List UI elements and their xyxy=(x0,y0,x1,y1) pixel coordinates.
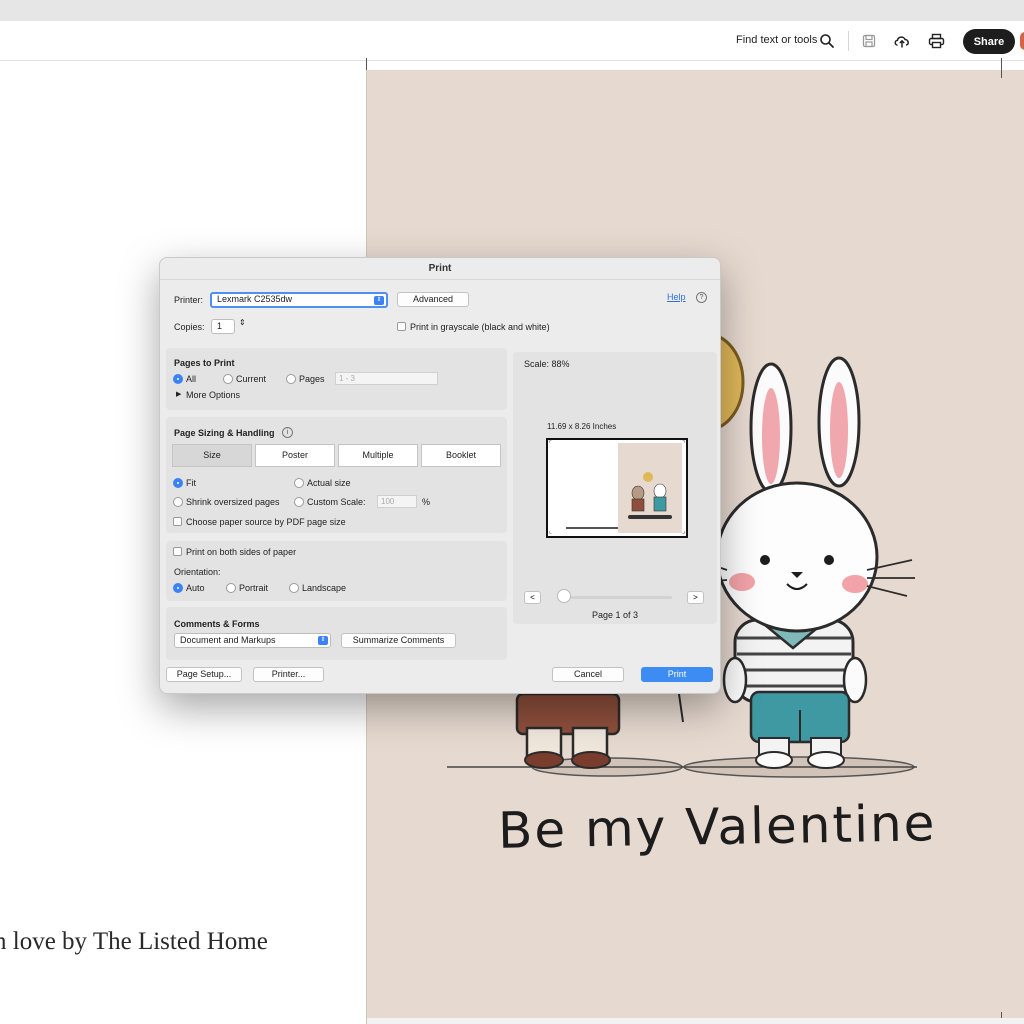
crop-mark xyxy=(366,58,367,70)
orientation-portrait-radio[interactable] xyxy=(226,583,236,593)
preview-valentine-line xyxy=(628,515,672,519)
help-link[interactable]: Help xyxy=(667,292,686,302)
preview-left-page xyxy=(554,443,618,533)
pages-to-print-heading: Pages to Print xyxy=(174,358,235,368)
pages-range-label: Pages xyxy=(299,374,325,384)
paper-source-label: Choose paper source by PDF page size xyxy=(186,517,346,527)
crop-corner-icon: ⌞ xyxy=(549,529,552,535)
pages-all-radio[interactable] xyxy=(173,374,183,384)
pages-range-radio[interactable] xyxy=(286,374,296,384)
printer-select-value: Lexmark C2535dw xyxy=(217,294,293,304)
page-slider-handle[interactable] xyxy=(557,589,571,603)
orientation-portrait-label: Portrait xyxy=(239,583,269,593)
dialog-title: Print xyxy=(160,258,720,280)
orientation-auto-radio[interactable] xyxy=(173,583,183,593)
printer-select[interactable]: Lexmark C2535dw ⇕ xyxy=(210,292,388,308)
tab-size[interactable]: Size xyxy=(172,444,252,467)
cancel-button[interactable]: Cancel xyxy=(552,667,624,682)
actual-size-label: Actual size xyxy=(307,478,351,488)
top-toolbar: Find text or tools Share xyxy=(0,21,1024,61)
orientation-landscape-radio[interactable] xyxy=(289,583,299,593)
fit-label: Fit xyxy=(186,478,196,488)
pages-range-placeholder: 1 - 3 xyxy=(339,374,356,383)
pages-range-input[interactable]: 1 - 3 xyxy=(335,372,438,385)
shrink-label: Shrink oversized pages xyxy=(186,497,280,507)
grayscale-label: Print in grayscale (black and white) xyxy=(410,322,550,332)
pages-current-label: Current xyxy=(236,374,267,384)
page-indicator: Page 1 of 3 xyxy=(592,610,639,620)
orientation-auto-label: Auto xyxy=(186,583,205,593)
both-sides-checkbox[interactable] xyxy=(173,547,182,556)
tab-poster[interactable]: Poster xyxy=(255,444,335,467)
custom-scale-input[interactable]: 100 xyxy=(377,495,417,508)
preview-bunnies-image xyxy=(631,472,667,512)
page-sizing-heading: Page Sizing & Handling xyxy=(174,428,275,438)
printer-settings-button[interactable]: Printer... xyxy=(253,667,324,682)
save-icon[interactable] xyxy=(859,31,879,51)
more-options-toggle[interactable]: More Options xyxy=(186,390,240,400)
pages-all-label: All xyxy=(186,374,197,384)
share-button[interactable]: Share xyxy=(963,29,1015,54)
preview-right-page xyxy=(618,443,682,533)
help-icon[interactable]: ? xyxy=(696,292,707,303)
orientation-landscape-label: Landscape xyxy=(302,583,347,593)
paper-source-checkbox[interactable] xyxy=(173,517,182,526)
document-credit-text: n love by The Listed Home xyxy=(0,928,268,955)
comments-select-value: Document and Markups xyxy=(180,635,276,645)
advanced-button[interactable]: Advanced xyxy=(397,292,469,307)
actual-size-radio[interactable] xyxy=(294,478,304,488)
upload-cloud-icon[interactable] xyxy=(892,31,912,51)
copies-input[interactable]: 1 xyxy=(211,319,235,334)
disclosure-triangle-icon[interactable]: ▶ xyxy=(176,390,181,398)
comments-select[interactable]: Document and Markups ⇕ xyxy=(174,633,331,648)
percent-label: % xyxy=(422,497,431,507)
paper-dimensions-label: 11.69 x 8.26 Inches xyxy=(547,422,617,431)
printer-label: Printer: xyxy=(174,295,204,305)
toolbar-separator xyxy=(848,31,849,51)
page-setup-button[interactable]: Page Setup... xyxy=(166,667,242,682)
print-button[interactable]: Print xyxy=(641,667,713,682)
avatar[interactable] xyxy=(1020,32,1024,50)
scale-label: Scale: 88% xyxy=(524,359,570,369)
select-arrows-icon: ⇕ xyxy=(318,636,328,645)
pages-current-radio[interactable] xyxy=(223,374,233,384)
be-my-valentine-text: Be my Valentine xyxy=(497,794,937,860)
crop-corner-icon: ⌜ xyxy=(549,441,552,447)
both-sides-label: Print on both sides of paper xyxy=(186,547,297,557)
custom-scale-label: Custom Scale: xyxy=(307,497,366,507)
find-text-tools-label[interactable]: Find text or tools xyxy=(736,34,817,46)
custom-scale-value: 100 xyxy=(381,497,395,506)
custom-scale-radio[interactable] xyxy=(294,497,304,507)
preview-credit-line xyxy=(566,527,618,529)
summarize-comments-button[interactable]: Summarize Comments xyxy=(341,633,456,648)
search-icon[interactable] xyxy=(817,31,837,51)
shrink-radio[interactable] xyxy=(173,497,183,507)
grayscale-checkbox[interactable] xyxy=(397,322,406,331)
comments-forms-heading: Comments & Forms xyxy=(174,619,260,629)
fit-radio[interactable] xyxy=(173,478,183,488)
page-bottom-margin xyxy=(367,1018,1024,1024)
previous-page-button[interactable]: < xyxy=(524,591,541,604)
next-page-button[interactable]: > xyxy=(687,591,704,604)
page-slider-track[interactable] xyxy=(564,596,672,599)
copies-value: 1 xyxy=(217,321,223,331)
crop-corner-icon: ⌝ xyxy=(682,441,685,447)
copies-label: Copies: xyxy=(174,322,205,332)
orientation-label: Orientation: xyxy=(174,567,221,577)
tab-multiple[interactable]: Multiple xyxy=(338,444,418,467)
browser-top-strip xyxy=(0,0,1024,21)
printer-icon[interactable] xyxy=(926,31,946,51)
tab-booklet[interactable]: Booklet xyxy=(421,444,501,467)
select-arrows-icon: ⇕ xyxy=(374,296,384,305)
copies-stepper-icon[interactable]: ⇕ xyxy=(239,318,246,327)
crop-corner-icon: ⌟ xyxy=(682,529,685,535)
print-preview-thumbnail: ⌜ ⌝ ⌞ ⌟ xyxy=(546,438,688,538)
print-dialog: Print Printer: Lexmark C2535dw ⇕ Advance… xyxy=(159,257,721,694)
info-icon[interactable]: i xyxy=(282,427,293,438)
